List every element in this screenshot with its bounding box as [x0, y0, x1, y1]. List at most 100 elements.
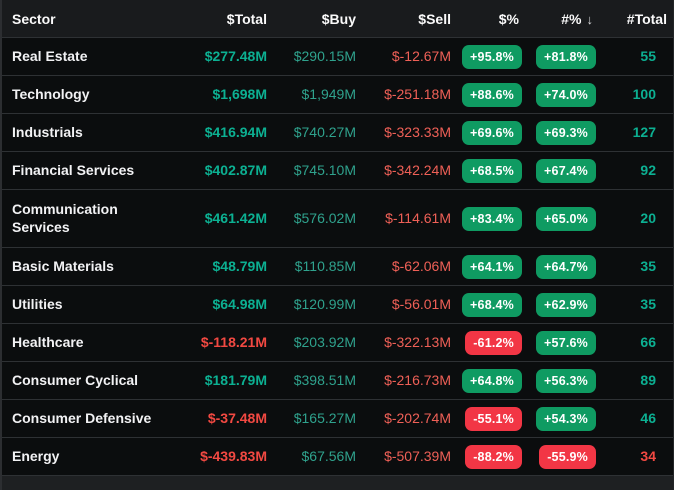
- count-percent-cell: +64.7%: [522, 254, 596, 279]
- sector-name: Technology: [12, 85, 90, 102]
- sector-name: Industrials: [12, 123, 83, 140]
- sector-screener-table: Sector $Total $Buy $Sell $% #% ↓ #Total R…: [0, 0, 674, 490]
- dollar-percent-cell: +83.4%: [451, 206, 522, 231]
- dollar-percent-cell: +88.6%: [451, 82, 522, 107]
- count-total-value: 55: [640, 47, 656, 64]
- dollar-sell-value: $-322.13M: [384, 333, 451, 350]
- count-total-value: 35: [640, 295, 656, 312]
- table-row[interactable]: Consumer Cyclical $181.79M $398.51M $-21…: [2, 362, 673, 400]
- dollar-percent-badge: -88.2%: [465, 444, 522, 469]
- column-header-count-total[interactable]: #Total: [596, 11, 673, 27]
- table-row[interactable]: Industrials $416.94M $740.27M $-323.33M …: [2, 114, 673, 152]
- table-row[interactable]: Financial Services $402.87M $745.10M $-3…: [2, 152, 673, 190]
- dollar-percent-badge: -61.2%: [465, 330, 522, 355]
- table-row[interactable]: Healthcare $-118.21M $203.92M $-322.13M …: [2, 324, 673, 362]
- dollar-sell-value: $-216.73M: [384, 371, 451, 388]
- count-total-value: 46: [640, 409, 656, 426]
- dollar-buy-value: $576.02M: [293, 209, 356, 226]
- dollar-total-value: $416.94M: [204, 123, 267, 140]
- count-percent-badge: +81.8%: [536, 44, 596, 69]
- count-percent-cell: +67.4%: [522, 158, 596, 183]
- dollar-buy-value: $745.10M: [293, 161, 356, 178]
- table-header-row: Sector $Total $Buy $Sell $% #% ↓ #Total: [2, 0, 673, 38]
- dollar-percent-cell: -88.2%: [451, 444, 522, 469]
- table-row[interactable]: Basic Materials $48.79M $110.85M $-62.06…: [2, 248, 673, 286]
- dollar-buy-value: $398.51M: [293, 371, 356, 388]
- table-row[interactable]: Energy $-439.83M $67.56M $-507.39M -88.2…: [2, 438, 673, 476]
- count-percent-badge: +64.7%: [536, 254, 596, 279]
- dollar-sell-value: $-323.33M: [384, 123, 451, 140]
- column-header-sector[interactable]: Sector: [2, 11, 171, 27]
- dollar-total-value: $1,698M: [212, 85, 267, 102]
- dollar-sell-value: $-114.61M: [385, 209, 451, 226]
- column-header-count-percent[interactable]: #% ↓: [522, 11, 596, 27]
- dollar-buy-value: $110.85M: [294, 257, 356, 274]
- dollar-total-value: $181.79M: [204, 371, 267, 388]
- column-header-dollar-total[interactable]: $Total: [171, 11, 267, 27]
- table-row[interactable]: Communication Services $461.42M $576.02M…: [2, 190, 673, 248]
- count-percent-cell: +57.6%: [522, 330, 596, 355]
- count-percent-badge: +62.9%: [536, 292, 596, 317]
- dollar-buy-value: $1,949M: [301, 85, 356, 102]
- dollar-total-value: $-439.83M: [200, 447, 267, 464]
- sector-name: Healthcare: [12, 333, 84, 350]
- dollar-sell-value: $-251.18M: [384, 85, 451, 102]
- count-total-value: 89: [640, 371, 656, 388]
- dollar-percent-badge: +68.4%: [462, 292, 522, 317]
- count-total-value: 20: [640, 209, 656, 226]
- sector-name: Consumer Defensive: [12, 409, 152, 426]
- count-percent-cell: +62.9%: [522, 292, 596, 317]
- count-percent-badge: +56.3%: [536, 368, 596, 393]
- dollar-buy-value: $203.92M: [293, 333, 356, 350]
- count-percent-cell: +65.0%: [522, 206, 596, 231]
- sector-name: Communication Services: [12, 200, 118, 235]
- column-header-dollar-buy[interactable]: $Buy: [267, 11, 356, 27]
- count-percent-cell: +54.3%: [522, 406, 596, 431]
- dollar-percent-cell: +95.8%: [451, 44, 522, 69]
- count-percent-cell: -55.9%: [522, 444, 596, 469]
- count-total-value: 66: [640, 333, 656, 350]
- sector-name: Financial Services: [12, 161, 135, 178]
- dollar-sell-value: $-62.06M: [391, 257, 451, 274]
- table-row[interactable]: Real Estate $277.48M $290.15M $-12.67M +…: [2, 38, 673, 76]
- dollar-percent-badge: +95.8%: [462, 44, 522, 69]
- sector-name: Consumer Cyclical: [12, 371, 139, 388]
- count-percent-badge: +69.3%: [536, 120, 596, 145]
- table-row[interactable]: Utilities $64.98M $120.99M $-56.01M +68.…: [2, 286, 673, 324]
- table-row[interactable]: Consumer Defensive $-37.48M $165.27M $-2…: [2, 400, 673, 438]
- dollar-percent-cell: -61.2%: [451, 330, 522, 355]
- dollar-sell-value: $-56.01M: [391, 295, 451, 312]
- table-row[interactable]: Technology $1,698M $1,949M $-251.18M +88…: [2, 76, 673, 114]
- count-percent-badge: -55.9%: [539, 444, 596, 469]
- dollar-buy-value: $165.27M: [293, 409, 356, 426]
- dollar-buy-value: $120.99M: [293, 295, 356, 312]
- count-percent-cell: +74.0%: [522, 82, 596, 107]
- sector-name: Real Estate: [12, 47, 88, 64]
- count-percent-badge: +54.3%: [536, 406, 596, 431]
- dollar-total-value: $-118.21M: [200, 333, 267, 350]
- sector-name: Utilities: [12, 295, 63, 312]
- dollar-total-value: $461.42M: [204, 209, 267, 226]
- dollar-percent-cell: +64.8%: [451, 368, 522, 393]
- dollar-total-value: $48.79M: [212, 257, 267, 274]
- dollar-sell-value: $-202.74M: [384, 409, 451, 426]
- count-total-value: 100: [632, 85, 656, 102]
- count-total-value: 34: [640, 447, 656, 464]
- dollar-total-value: $64.98M: [212, 295, 267, 312]
- dollar-percent-cell: +69.6%: [451, 120, 522, 145]
- sector-name: Energy: [12, 447, 60, 464]
- count-percent-cell: +56.3%: [522, 368, 596, 393]
- dollar-sell-value: $-12.67M: [391, 47, 451, 64]
- count-total-value: 92: [640, 161, 656, 178]
- dollar-percent-cell: -55.1%: [451, 406, 522, 431]
- count-percent-badge: +67.4%: [536, 158, 596, 183]
- column-header-dollar-sell[interactable]: $Sell: [356, 11, 451, 27]
- count-percent-cell: +81.8%: [522, 44, 596, 69]
- dollar-percent-cell: +68.5%: [451, 158, 522, 183]
- dollar-buy-value: $67.56M: [301, 447, 356, 464]
- column-header-dollar-percent[interactable]: $%: [451, 11, 522, 27]
- dollar-percent-badge: +64.1%: [462, 254, 522, 279]
- dollar-percent-badge: +83.4%: [462, 206, 522, 231]
- dollar-sell-value: $-342.24M: [384, 161, 451, 178]
- dollar-percent-badge: -55.1%: [465, 406, 522, 431]
